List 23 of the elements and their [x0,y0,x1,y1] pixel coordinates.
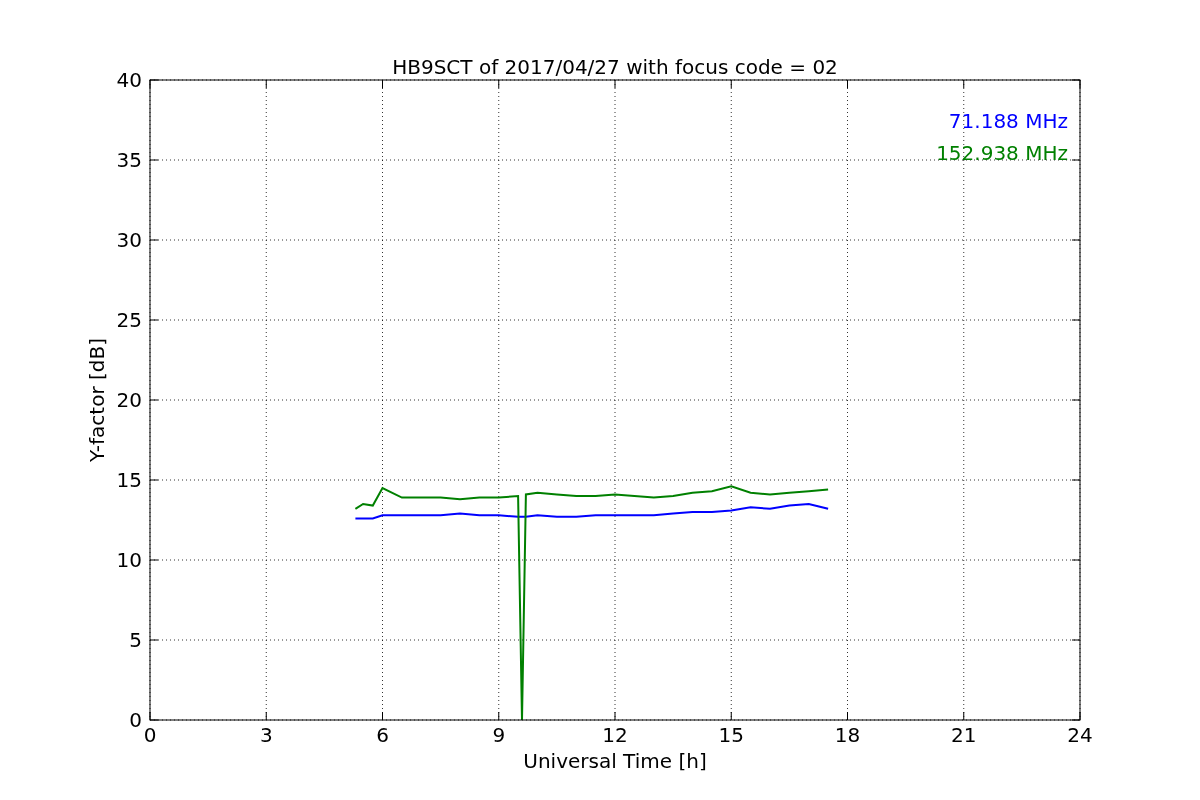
chart-title: HB9SCT of 2017/04/27 with focus code = 02 [392,55,838,79]
x-tick-label: 21 [951,723,977,747]
x-tick-label: 15 [718,723,744,747]
y-tick-label: 35 [116,148,142,172]
y-tick-label: 25 [116,308,142,332]
y-tick-label: 40 [116,68,142,92]
x-axis-label: Universal Time [h] [523,749,707,773]
x-tick-label: 24 [1067,723,1093,747]
y-axis-label: Y-factor [dB] [85,338,109,462]
y-tick-label: 30 [116,228,142,252]
x-tick-label: 18 [834,723,861,747]
y-tick-label: 10 [116,548,142,572]
y-tick-label: 5 [129,628,142,652]
x-tick-label: 3 [259,723,273,747]
y-tick-label: 0 [129,708,142,732]
y-tick-label: 20 [116,388,142,412]
legend-label: 152.938 MHz [936,141,1068,165]
x-tick-label: 0 [143,723,157,747]
x-tick-label: 6 [376,723,389,747]
x-tick-label: 9 [492,723,506,747]
x-tick-label: 12 [602,723,628,747]
y-tick-label: 15 [116,468,142,492]
legend-label: 71.188 MHz [948,109,1068,133]
